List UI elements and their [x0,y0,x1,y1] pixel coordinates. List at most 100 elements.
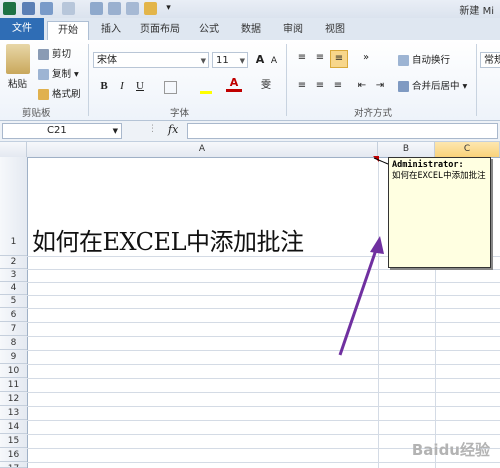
borders-icon[interactable] [164,81,177,94]
row-header[interactable]: 8 [0,336,27,350]
tab-home[interactable]: 开始 [47,21,89,41]
format-painter-label: 格式刷 [52,89,81,100]
row-header[interactable]: 6 [0,308,27,322]
fill-color-button[interactable] [198,78,214,94]
tab-formulas[interactable]: 公式 [192,21,226,39]
tab-insert[interactable]: 插入 [93,21,129,39]
font-group-label: 字体 [170,108,190,119]
clipboard-group-label: 剪贴板 [22,108,51,119]
gridline [27,295,500,296]
cell-a1[interactable]: 如何在EXCEL中添加批注 [32,222,304,257]
name-box-value: C21 [47,125,67,136]
select-all-corner[interactable] [0,142,27,157]
gridline [27,420,500,421]
annotation-arrow [338,236,384,356]
column-header-b[interactable]: B [378,142,435,157]
copy-button[interactable]: 复制 ▾ [38,66,79,80]
font-name-value: 宋体 [97,55,117,66]
font-size-select[interactable]: 11 ▼ [212,52,248,68]
italic-button[interactable]: I [114,78,130,94]
watermark: Baidu经验 [411,441,490,459]
align-left-icon[interactable]: ≡ [294,78,310,94]
decrease-indent-icon[interactable]: ⇤ [354,78,370,94]
gridline [27,434,500,435]
customize-qat-icon[interactable]: ▾ [162,2,175,15]
font-name-select[interactable]: 宋体 ▼ [93,52,209,68]
name-box[interactable]: C21 ▼ [2,123,122,139]
row-header[interactable]: 7 [0,322,27,336]
open-icon[interactable] [144,2,157,15]
row-header[interactable]: 9 [0,350,27,364]
redo-icon[interactable] [62,2,75,15]
chevron-down-icon: ▼ [200,57,206,65]
clipboard-icon[interactable] [6,44,30,74]
underline-button[interactable]: U [132,78,148,94]
chevron-down-icon: ▼ [239,57,245,65]
bold-button[interactable]: B [96,78,112,94]
align-center-icon[interactable]: ≡ [312,78,328,94]
wrap-text-button[interactable]: 自动换行 [398,52,450,66]
cut-label: 剪切 [52,49,72,60]
row-header[interactable]: 12 [0,392,27,406]
row-header[interactable]: 5 [0,295,27,308]
number-format-value: 常规 [484,55,500,66]
tab-view[interactable]: 视图 [318,21,352,39]
undo-icon[interactable] [40,2,53,15]
row-header[interactable]: 15 [0,434,27,448]
insert-function-button[interactable]: fx [168,123,178,136]
orientation-icon[interactable]: » [358,50,374,66]
tab-page-layout[interactable]: 页面布局 [133,21,187,39]
comment-box[interactable]: Administrator: 如何在EXCEL中添加批注 [388,157,491,268]
row-header[interactable]: 11 [0,378,27,392]
tab-file[interactable]: 文件 [0,18,44,40]
row-header[interactable]: 17 [0,462,27,468]
quick-access-toolbar: ▾ 新建 Mi [0,0,500,19]
wrap-text-label: 自动换行 [412,55,451,66]
row-header[interactable]: 3 [0,269,27,282]
phonetic-button[interactable]: 雯 [258,78,274,94]
save-icon[interactable] [22,2,35,15]
tab-review[interactable]: 审阅 [276,21,310,39]
gridline [27,336,500,337]
increase-indent-icon[interactable]: ⇥ [372,78,388,94]
fill-color-icon [200,91,212,94]
align-bottom-icon[interactable]: ≡ [330,50,348,68]
copy-label: 复制 [52,69,72,80]
row-header-1[interactable]: 1 [0,157,27,256]
paste-button[interactable]: 粘贴 [8,76,27,90]
cut-button[interactable]: 剪切 [38,46,71,60]
comment-author: Administrator: [392,160,464,170]
merge-center-label: 合并后居中 [412,81,460,92]
column-headers: A B C [0,142,500,158]
gridline [27,378,500,379]
number-format-select[interactable]: 常规 [480,52,500,68]
email-icon[interactable] [126,2,139,15]
align-right-icon[interactable]: ≡ [330,78,346,94]
row-header[interactable]: 4 [0,282,27,295]
formula-input[interactable] [187,123,498,139]
row-header[interactable]: 13 [0,406,27,420]
row-header[interactable]: 10 [0,364,27,378]
tab-data[interactable]: 数据 [234,21,268,39]
merge-center-button[interactable]: 合并后居中 ▾ [398,78,467,92]
align-top-icon[interactable]: ≡ [294,50,310,66]
group-divider [286,44,287,116]
gridline [27,269,500,270]
font-color-button[interactable]: A [226,76,242,92]
print-preview-icon[interactable] [90,2,103,15]
merge-icon [398,81,409,92]
column-header-c[interactable]: C [435,142,500,157]
print-icon[interactable] [108,2,121,15]
align-middle-icon[interactable]: ≡ [312,50,328,66]
row-header[interactable]: 16 [0,448,27,462]
excel-logo-icon [3,2,16,15]
format-painter-button[interactable]: 格式刷 [38,86,81,100]
row-header[interactable]: 14 [0,420,27,434]
formula-divider: ⋮ [148,124,157,134]
gridline [27,308,500,309]
column-header-a[interactable]: A [27,142,378,157]
gridline [27,462,500,463]
window-title: 新建 Mi [459,6,494,17]
shrink-font-button[interactable]: A [266,53,282,69]
row-header[interactable]: 2 [0,256,27,269]
